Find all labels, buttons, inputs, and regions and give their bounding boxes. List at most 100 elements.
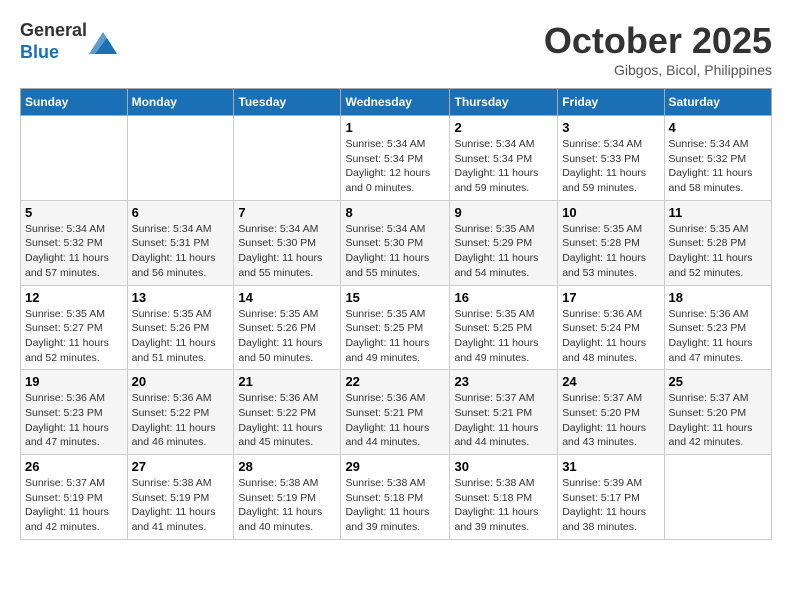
calendar-cell: 20Sunrise: 5:36 AMSunset: 5:22 PMDayligh… [127, 370, 234, 455]
day-info: Sunrise: 5:34 AMSunset: 5:34 PMDaylight:… [345, 137, 445, 196]
calendar-cell: 11 Sunrise: 5:35 AMSunset: 5:28 PMDayligh… [664, 200, 771, 285]
calendar-cell: 7 Sunrise: 5:34 AMSunset: 5:30 PMDaylight… [234, 200, 341, 285]
day-info: Sunrise: 5:34 AMSunset: 5:30 PMDaylight:… [345, 222, 445, 281]
day-info: Sunrise: 5:36 AMSunset: 5:22 PMDaylight:… [238, 391, 336, 450]
day-number: 19 [25, 374, 123, 389]
day-number: 12 [25, 290, 123, 305]
day-info: Sunrise: 5:37 AMSunset: 5:21 PMDaylight:… [454, 391, 553, 450]
day-header-saturday: Saturday [664, 89, 771, 116]
week-row-4: 19 Sunrise: 5:36 AMSunset: 5:23 PMDayligh… [21, 370, 772, 455]
day-info: Sunrise: 5:35 AMSunset: 5:28 PMDaylight:… [669, 222, 767, 281]
day-number: 18 [669, 290, 767, 305]
calendar-cell: 29 Sunrise: 5:38 AMSunset: 5:18 PMDayligh… [341, 455, 450, 540]
day-info: Sunrise: 5:37 AMSunset: 5:20 PMDaylight:… [562, 391, 659, 450]
calendar-cell: 31 Sunrise: 5:39 AMSunset: 5:17 PMDayligh… [558, 455, 664, 540]
day-info: Sunrise: 5:38 AMSunset: 5:19 PMDaylight:… [238, 476, 336, 535]
logo-icon [89, 32, 117, 54]
day-info: Sunrise: 5:36 AMSunset: 5:23 PMDaylight:… [25, 391, 123, 450]
week-row-5: 26Sunrise: 5:37 AMSunset: 5:19 PMDayligh… [21, 455, 772, 540]
day-info: Sunrise: 5:35 AMSunset: 5:29 PMDaylight:… [454, 222, 553, 281]
day-number: 27 [132, 459, 230, 474]
day-number: 16 [454, 290, 553, 305]
title-section: October 2025 Gibgos, Bicol, Philippines [544, 20, 772, 78]
day-number: 13 [132, 290, 230, 305]
day-number: 5 [25, 205, 123, 220]
calendar-cell: 25Sunrise: 5:37 AMSunset: 5:20 PMDayligh… [664, 370, 771, 455]
day-number: 17 [562, 290, 659, 305]
day-info: Sunrise: 5:36 AMSunset: 5:23 PMDaylight:… [669, 307, 767, 366]
day-number: 22 [345, 374, 445, 389]
day-number: 14 [238, 290, 336, 305]
day-number: 8 [345, 205, 445, 220]
day-number: 30 [454, 459, 553, 474]
day-info: Sunrise: 5:34 AMSunset: 5:34 PMDaylight:… [454, 137, 553, 196]
day-number: 11 [669, 205, 767, 220]
day-number: 29 [345, 459, 445, 474]
calendar-cell [664, 455, 771, 540]
calendar-cell: 27 Sunrise: 5:38 AMSunset: 5:19 PMDayligh… [127, 455, 234, 540]
calendar-cell: 13Sunrise: 5:35 AMSunset: 5:26 PMDayligh… [127, 285, 234, 370]
day-header-friday: Friday [558, 89, 664, 116]
logo: General Blue [20, 20, 117, 63]
calendar-cell [234, 116, 341, 201]
week-row-3: 12 Sunrise: 5:35 AMSunset: 5:27 PMDayligh… [21, 285, 772, 370]
calendar-cell: 12 Sunrise: 5:35 AMSunset: 5:27 PMDayligh… [21, 285, 128, 370]
day-number: 31 [562, 459, 659, 474]
location: Gibgos, Bicol, Philippines [544, 62, 772, 78]
calendar-table: SundayMondayTuesdayWednesdayThursdayFrid… [20, 88, 772, 540]
calendar-cell: 24 Sunrise: 5:37 AMSunset: 5:20 PMDayligh… [558, 370, 664, 455]
calendar-header-row: SundayMondayTuesdayWednesdayThursdayFrid… [21, 89, 772, 116]
calendar-cell: 3Sunrise: 5:34 AMSunset: 5:33 PMDaylight… [558, 116, 664, 201]
day-number: 10 [562, 205, 659, 220]
week-row-1: 1Sunrise: 5:34 AMSunset: 5:34 PMDaylight… [21, 116, 772, 201]
calendar-cell: 30 Sunrise: 5:38 AMSunset: 5:18 PMDayligh… [450, 455, 558, 540]
day-header-monday: Monday [127, 89, 234, 116]
day-number: 7 [238, 205, 336, 220]
logo-text: General Blue [20, 20, 87, 63]
logo-blue: Blue [20, 42, 59, 62]
day-number: 24 [562, 374, 659, 389]
calendar-cell [127, 116, 234, 201]
day-info: Sunrise: 5:34 AMSunset: 5:30 PMDaylight:… [238, 222, 336, 281]
calendar-cell: 21Sunrise: 5:36 AMSunset: 5:22 PMDayligh… [234, 370, 341, 455]
day-header-tuesday: Tuesday [234, 89, 341, 116]
day-number: 9 [454, 205, 553, 220]
day-info: Sunrise: 5:39 AMSunset: 5:17 PMDaylight:… [562, 476, 659, 535]
day-number: 15 [345, 290, 445, 305]
calendar-cell: 28 Sunrise: 5:38 AMSunset: 5:19 PMDayligh… [234, 455, 341, 540]
calendar-cell: 15 Sunrise: 5:35 AMSunset: 5:25 PMDayligh… [341, 285, 450, 370]
day-info: Sunrise: 5:34 AMSunset: 5:31 PMDaylight:… [132, 222, 230, 281]
day-header-wednesday: Wednesday [341, 89, 450, 116]
calendar-cell: 10 Sunrise: 5:35 AMSunset: 5:28 PMDayligh… [558, 200, 664, 285]
day-info: Sunrise: 5:34 AMSunset: 5:33 PMDaylight:… [562, 137, 659, 196]
day-header-sunday: Sunday [21, 89, 128, 116]
day-info: Sunrise: 5:36 AMSunset: 5:21 PMDaylight:… [345, 391, 445, 450]
day-info: Sunrise: 5:38 AMSunset: 5:18 PMDaylight:… [454, 476, 553, 535]
calendar-cell: 9 Sunrise: 5:35 AMSunset: 5:29 PMDaylight… [450, 200, 558, 285]
day-header-thursday: Thursday [450, 89, 558, 116]
calendar-cell: 22 Sunrise: 5:36 AMSunset: 5:21 PMDayligh… [341, 370, 450, 455]
day-info: Sunrise: 5:35 AMSunset: 5:25 PMDaylight:… [345, 307, 445, 366]
day-number: 4 [669, 120, 767, 135]
day-info: Sunrise: 5:35 AMSunset: 5:27 PMDaylight:… [25, 307, 123, 366]
calendar-cell [21, 116, 128, 201]
page-header: General Blue October 2025 Gibgos, Bicol,… [20, 20, 772, 78]
calendar-cell: 16Sunrise: 5:35 AMSunset: 5:25 PMDayligh… [450, 285, 558, 370]
day-number: 23 [454, 374, 553, 389]
day-info: Sunrise: 5:38 AMSunset: 5:18 PMDaylight:… [345, 476, 445, 535]
week-row-2: 5Sunrise: 5:34 AMSunset: 5:32 PMDaylight… [21, 200, 772, 285]
calendar-cell: 23 Sunrise: 5:37 AMSunset: 5:21 PMDayligh… [450, 370, 558, 455]
day-info: Sunrise: 5:38 AMSunset: 5:19 PMDaylight:… [132, 476, 230, 535]
day-info: Sunrise: 5:35 AMSunset: 5:28 PMDaylight:… [562, 222, 659, 281]
day-number: 2 [454, 120, 553, 135]
calendar-cell: 2 Sunrise: 5:34 AMSunset: 5:34 PMDaylight… [450, 116, 558, 201]
calendar-cell: 4Sunrise: 5:34 AMSunset: 5:32 PMDaylight… [664, 116, 771, 201]
day-info: Sunrise: 5:36 AMSunset: 5:24 PMDaylight:… [562, 307, 659, 366]
calendar-cell: 14Sunrise: 5:35 AMSunset: 5:26 PMDayligh… [234, 285, 341, 370]
calendar-cell: 5Sunrise: 5:34 AMSunset: 5:32 PMDaylight… [21, 200, 128, 285]
day-number: 20 [132, 374, 230, 389]
calendar-cell: 6 Sunrise: 5:34 AMSunset: 5:31 PMDaylight… [127, 200, 234, 285]
calendar-cell: 1Sunrise: 5:34 AMSunset: 5:34 PMDaylight… [341, 116, 450, 201]
day-number: 28 [238, 459, 336, 474]
day-number: 6 [132, 205, 230, 220]
